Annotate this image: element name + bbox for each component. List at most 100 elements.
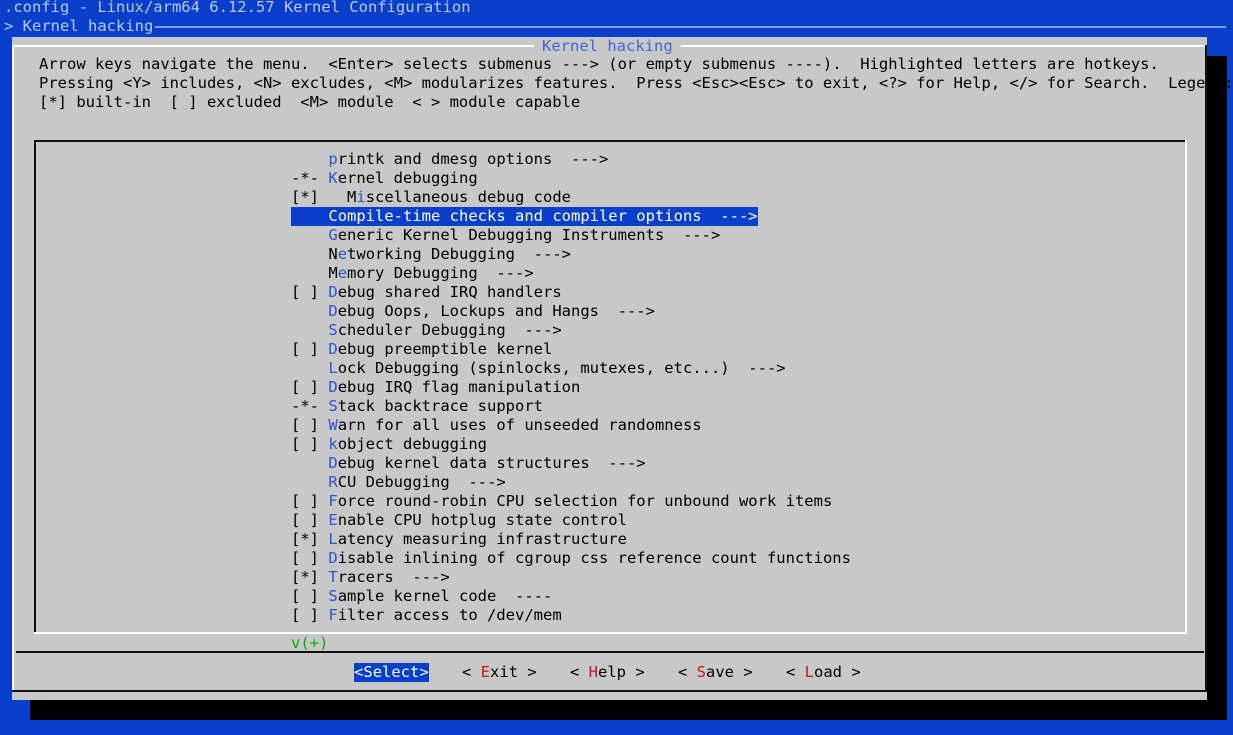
menu-item-state[interactable]: [ ] <box>291 378 319 397</box>
menu-item-state[interactable] <box>291 226 319 245</box>
menu-item-label: ebug IRQ flag manipulation <box>337 378 581 396</box>
menu-item-gap <box>319 340 328 358</box>
menu-item-hotkey: R <box>328 473 338 491</box>
menu-item-state[interactable] <box>291 359 319 378</box>
menu-item-hotkey: S <box>328 321 338 339</box>
menu-item-state[interactable]: -*- <box>291 169 319 188</box>
menu-item-state[interactable]: [ ] <box>291 435 319 454</box>
menu-item-state[interactable] <box>291 264 319 283</box>
menu-item-state[interactable]: [*] <box>291 188 319 207</box>
menu-item[interactable]: [ ] Debug IRQ flag manipulation <box>291 378 580 397</box>
menu-item-hotkey: D <box>328 302 338 320</box>
button-save[interactable]: < Save > <box>678 663 753 682</box>
button-hotkey: L <box>804 663 815 681</box>
menu-item[interactable]: [ ] Debug shared IRQ handlers <box>291 283 562 302</box>
menu-item-hotkey: L <box>328 359 338 377</box>
menu-item[interactable]: RCU Debugging ---> <box>291 473 505 492</box>
menu-item-state[interactable] <box>291 454 319 473</box>
menu-item-gap <box>319 226 328 244</box>
menu-item-state[interactable] <box>291 207 319 226</box>
menu-item[interactable]: Lock Debugging (spinlocks, mutexes, etc.… <box>291 359 786 378</box>
help-line-2: Pressing <Y> includes, <N> excludes, <M>… <box>39 74 1233 92</box>
help-line-3: [*] built-in [ ] excluded <M> module < >… <box>39 93 581 111</box>
menu-item[interactable]: Debug kernel data structures ---> <box>291 454 645 473</box>
menu-item-gap <box>319 359 328 377</box>
menu-item-gap <box>319 606 328 624</box>
button-select[interactable]: <Select> <box>354 663 429 682</box>
menu-item-gap <box>319 511 328 529</box>
menu-item-gap <box>319 530 328 548</box>
dialog-border-right <box>1205 45 1207 692</box>
menu-item[interactable]: [ ] Disable inlining of cgroup css refer… <box>291 549 851 568</box>
menu-item[interactable]: Scheduler Debugging ---> <box>291 321 561 340</box>
window-title: .config - Linux/arm64 6.12.57 Kernel Con… <box>4 0 471 16</box>
menu-item-state[interactable]: [ ] <box>291 606 319 625</box>
button-hotkey: S <box>696 663 707 681</box>
menu-item-state[interactable]: [ ] <box>291 283 319 302</box>
menu-item-label: orce round-robin CPU selection for unbou… <box>337 492 833 510</box>
button-label: elect> <box>372 663 429 681</box>
menu-item-gap <box>319 587 328 605</box>
menu-item-hotkey: e <box>337 245 348 263</box>
menu-item-state[interactable]: [ ] <box>291 416 319 435</box>
menu-item[interactable]: Compile-time checks and compiler options… <box>291 207 758 226</box>
menu-item-hotkey: E <box>328 511 338 529</box>
menu-item-state[interactable] <box>291 245 319 264</box>
button-help[interactable]: < Help > <box>570 663 645 682</box>
menu-item[interactable]: [ ] Filter access to /dev/mem <box>291 606 562 625</box>
menu-item-gap <box>319 302 328 320</box>
button-bracket: < <box>354 663 364 681</box>
menu-item[interactable]: [*] Tracers ---> <box>291 568 450 587</box>
menu-item-state[interactable] <box>291 302 319 321</box>
menu-item-gap <box>319 549 328 567</box>
menu-item-hotkey: D <box>328 283 338 301</box>
menu-item[interactable]: [ ] Debug preemptible kernel <box>291 340 552 359</box>
menu-item-label: ompile-time checks and compiler options … <box>337 207 758 225</box>
menu-item-state[interactable] <box>291 150 319 169</box>
menu-item-state[interactable] <box>291 473 319 492</box>
menu-item-state[interactable] <box>291 321 319 340</box>
menu-item[interactable]: [*] Latency measuring infrastructure <box>291 530 627 549</box>
menu-item-label-prefix: M <box>328 264 338 282</box>
menu-item-hotkey: G <box>328 226 338 244</box>
menu-item-hotkey: k <box>328 435 338 453</box>
menu-item[interactable]: [ ] Warn for all uses of unseeded random… <box>291 416 702 435</box>
menu-item-gap <box>319 435 328 453</box>
menu-item[interactable]: Debug Oops, Lockups and Hangs ---> <box>291 302 655 321</box>
menu-item-hotkey: K <box>328 169 338 187</box>
menu-item[interactable]: [ ] Force round-robin CPU selection for … <box>291 492 832 511</box>
button-bracket: < <box>570 663 589 681</box>
menu-item-state[interactable]: -*- <box>291 397 319 416</box>
menu-item-hotkey: F <box>328 606 338 624</box>
menu-item[interactable]: Generic Kernel Debugging Instruments ---… <box>291 226 720 245</box>
menu-item[interactable]: Networking Debugging ---> <box>291 245 571 264</box>
menu-item-label-prefix: N <box>328 245 338 263</box>
menu-item-label: scellaneous debug code <box>365 188 571 206</box>
menu-item-label: ock Debugging (spinlocks, mutexes, etc..… <box>337 359 786 377</box>
menu-item-label: ebug preemptible kernel <box>337 340 553 358</box>
menu-item-state[interactable]: [ ] <box>291 549 319 568</box>
menu-item[interactable]: [ ] Enable CPU hotplug state control <box>291 511 627 530</box>
menu-item-state[interactable]: [ ] <box>291 492 319 511</box>
menu-item-hotkey: D <box>328 378 338 396</box>
button-load[interactable]: < Load > <box>786 663 861 682</box>
menu-item[interactable]: [ ] kobject debugging <box>291 435 487 454</box>
menu-item[interactable]: Memory Debugging ---> <box>291 264 533 283</box>
button-exit[interactable]: < Exit > <box>462 663 537 682</box>
menu-item[interactable]: -*- Stack backtrace support <box>291 397 543 416</box>
menu-item-state[interactable]: [ ] <box>291 511 319 530</box>
menu-item-state[interactable]: [ ] <box>291 587 319 606</box>
menu-item[interactable]: printk and dmesg options ---> <box>291 150 608 169</box>
menu-item[interactable]: -*- Kernel debugging <box>291 169 478 188</box>
menu-item-gap <box>319 492 328 510</box>
menu-item-label: rintk and dmesg options ---> <box>337 150 609 168</box>
menu-item-hotkey: L <box>328 530 338 548</box>
menu-item-label: atency measuring infrastructure <box>337 530 627 548</box>
menu-item-gap <box>319 207 328 225</box>
menu-item[interactable]: [*] Miscellaneous debug code <box>291 188 571 207</box>
menu-item-state[interactable]: [*] <box>291 530 319 549</box>
menu-item-state[interactable]: [ ] <box>291 340 319 359</box>
menu-item-state[interactable]: [*] <box>291 568 319 587</box>
menu-item[interactable]: [ ] Sample kernel code ---- <box>291 587 552 606</box>
menu-item-gap <box>319 454 328 472</box>
